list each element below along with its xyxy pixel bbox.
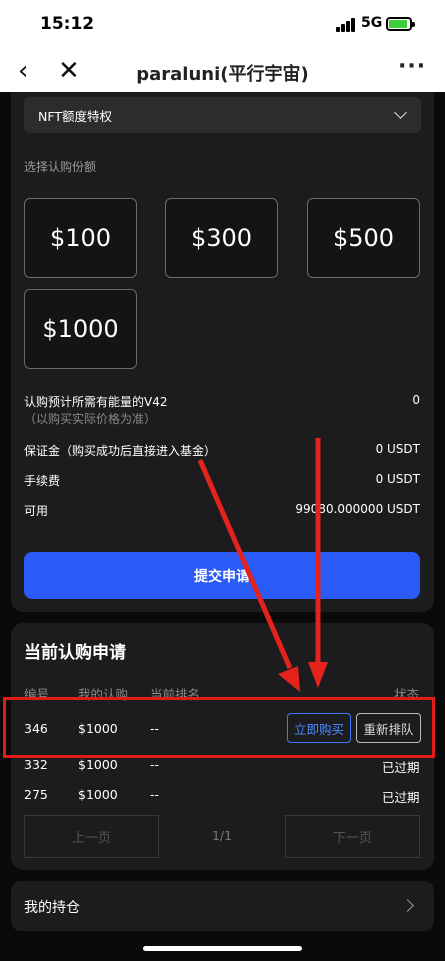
fee-row: 手续费 0 USDT bbox=[24, 472, 420, 489]
amount-option-300[interactable]: $300 bbox=[165, 198, 278, 278]
row2-rank: -- bbox=[150, 757, 160, 772]
deposit-value: 0 USDT bbox=[375, 442, 420, 456]
submit-button[interactable]: 提交申请 bbox=[24, 552, 420, 599]
row2-id: 332 bbox=[24, 757, 48, 772]
chevron-down-icon bbox=[394, 106, 407, 119]
next-page-button[interactable]: 下一页 bbox=[285, 815, 420, 858]
row3-rank: -- bbox=[150, 787, 160, 802]
home-indicator bbox=[143, 946, 302, 951]
row2-amount: $1000 bbox=[78, 757, 118, 772]
fee-value: 0 USDT bbox=[375, 472, 420, 486]
row3-status: 已过期 bbox=[382, 790, 420, 805]
energy-row: 认购预计所需有能量的V42 0 bbox=[24, 393, 420, 410]
energy-label: 认购预计所需有能量的V42 bbox=[24, 395, 168, 409]
energy-note: （以购买实际价格为准） bbox=[24, 412, 157, 426]
status-bar: 15:12 5G bbox=[0, 0, 445, 50]
amount-option-500[interactable]: $500 bbox=[307, 198, 420, 278]
nav-bar: ‹ ✕ paraluni(平行宇宙) ··· bbox=[0, 50, 445, 92]
row3-id: 275 bbox=[24, 787, 48, 802]
privilege-select[interactable]: NFT额度特权 bbox=[24, 97, 421, 133]
current-requests-title: 当前认购申请 bbox=[24, 643, 126, 663]
page-indicator: 1/1 bbox=[211, 828, 233, 843]
more-icon[interactable]: ··· bbox=[398, 54, 426, 79]
available-label: 可用 bbox=[24, 504, 49, 518]
fee-label: 手续费 bbox=[24, 474, 61, 488]
energy-value: 0 bbox=[412, 393, 420, 407]
amount-section-label: 选择认购份额 bbox=[24, 160, 97, 174]
signal-icon bbox=[336, 18, 356, 32]
deposit-row: 保证金（购买成功后直接进入基金） 0 USDT bbox=[24, 442, 420, 459]
deposit-label: 保证金（购买成功后直接进入基金） bbox=[24, 444, 217, 458]
holdings-label: 我的持仓 bbox=[24, 900, 80, 916]
row3-amount: $1000 bbox=[78, 787, 118, 802]
privilege-select-label: NFT额度特权 bbox=[38, 109, 112, 124]
amount-option-100[interactable]: $100 bbox=[24, 198, 137, 278]
available-row: 可用 99080.000000 USDT bbox=[24, 502, 420, 519]
prev-page-button[interactable]: 上一页 bbox=[24, 815, 159, 858]
amount-option-1000[interactable]: $1000 bbox=[24, 289, 137, 369]
battery-icon bbox=[386, 17, 415, 31]
available-value: 99080.000000 USDT bbox=[295, 502, 420, 516]
network-type: 5G bbox=[361, 15, 383, 31]
status-time: 15:12 bbox=[40, 14, 95, 34]
page-title: paraluni(平行宇宙) bbox=[136, 64, 309, 85]
annotation-highlight-box bbox=[3, 697, 435, 758]
row2-status: 已过期 bbox=[382, 760, 420, 775]
